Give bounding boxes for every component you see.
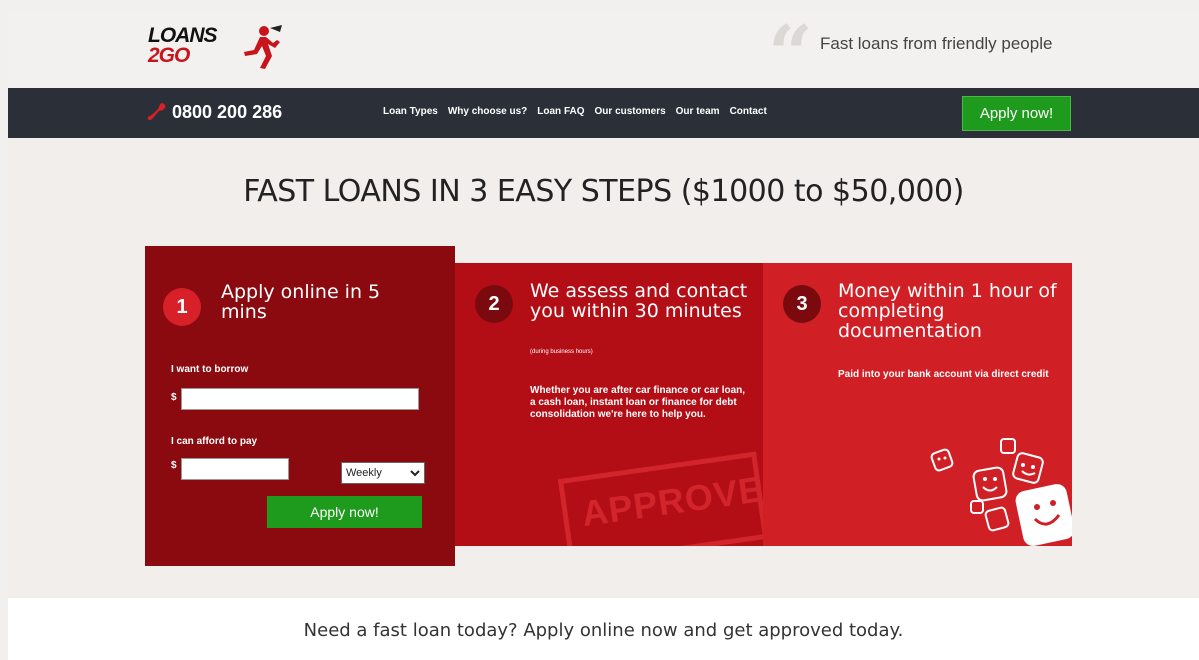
tagline: Fast loans from friendly people <box>820 34 1053 53</box>
nav-item-loan-types[interactable]: Loan Types <box>383 106 438 117</box>
afford-label: I can afford to pay <box>171 436 258 447</box>
site-header: LOANS 2GO “ Fast loans from friendly peo… <box>8 10 1199 94</box>
page: LOANS 2GO “ Fast loans from friendly peo… <box>8 10 1199 660</box>
step-2-note: (during business hours) <box>530 349 593 355</box>
approved-stamp: APPROVED <box>557 451 763 546</box>
logo[interactable]: LOANS 2GO <box>148 22 288 72</box>
quote-icon: “ <box>768 10 813 100</box>
step-2-description: Whether you are after car finance or car… <box>530 385 746 420</box>
nav-item-loan-faq[interactable]: Loan FAQ <box>537 106 584 117</box>
logo-line2: 2GO <box>148 44 190 67</box>
frequency-select[interactable]: Weekly <box>341 462 425 484</box>
step-3-panel: 3 Money within 1 hour of completing docu… <box>763 263 1072 546</box>
borrow-label: I want to borrow <box>171 364 249 375</box>
step-2-title: We assess and contact you within 30 minu… <box>530 280 748 322</box>
main-nav: 0800 200 286 Loan Types Why choose us? L… <box>8 88 1199 138</box>
running-man-icon <box>244 25 282 69</box>
nav-apply-button[interactable]: Apply now! <box>962 96 1071 131</box>
frequency-value: Weekly <box>346 467 382 479</box>
stamp-text: APPROVED <box>579 464 763 535</box>
phone-icon <box>147 103 166 121</box>
step-3-number: 3 <box>783 285 821 323</box>
step-1-number: 1 <box>163 288 201 326</box>
step-2-number: 2 <box>475 285 513 323</box>
borrow-currency: $ <box>171 392 177 403</box>
steps-panel: 1 Apply online in 5 mins I want to borro… <box>145 246 1072 566</box>
step-3-title: Money within 1 hour of completing docume… <box>838 280 1057 342</box>
afford-currency: $ <box>171 460 177 471</box>
nav-item-contact[interactable]: Contact <box>730 106 767 117</box>
step-3-description: Paid into your bank account via direct c… <box>838 369 1049 380</box>
nav-menu: Loan Types Why choose us? Loan FAQ Our c… <box>383 106 767 117</box>
nav-item-why-choose-us[interactable]: Why choose us? <box>448 106 527 117</box>
borrow-input[interactable] <box>181 388 419 410</box>
nav-item-our-team[interactable]: Our team <box>676 106 720 117</box>
chevron-down-icon <box>410 470 420 477</box>
step-2-panel: 2 We assess and contact you within 30 mi… <box>455 263 763 546</box>
afford-input[interactable] <box>181 458 289 480</box>
step-1-title: Apply online in 5 mins <box>221 281 381 323</box>
phone-link[interactable]: 0800 200 286 <box>146 101 282 123</box>
nav-item-our-customers[interactable]: Our customers <box>595 106 666 117</box>
footer-text: Need a fast loan today? Apply online now… <box>303 620 904 641</box>
form-apply-button[interactable]: Apply now! <box>267 496 422 528</box>
logo-line1: LOANS <box>148 24 217 47</box>
step-1-panel: 1 Apply online in 5 mins I want to borro… <box>145 246 455 566</box>
phone-number: 0800 200 286 <box>172 101 283 122</box>
page-title: FAST LOANS IN 3 EASY STEPS ($1000 to $50… <box>243 174 964 209</box>
smiley-faces-icon <box>930 438 1072 546</box>
